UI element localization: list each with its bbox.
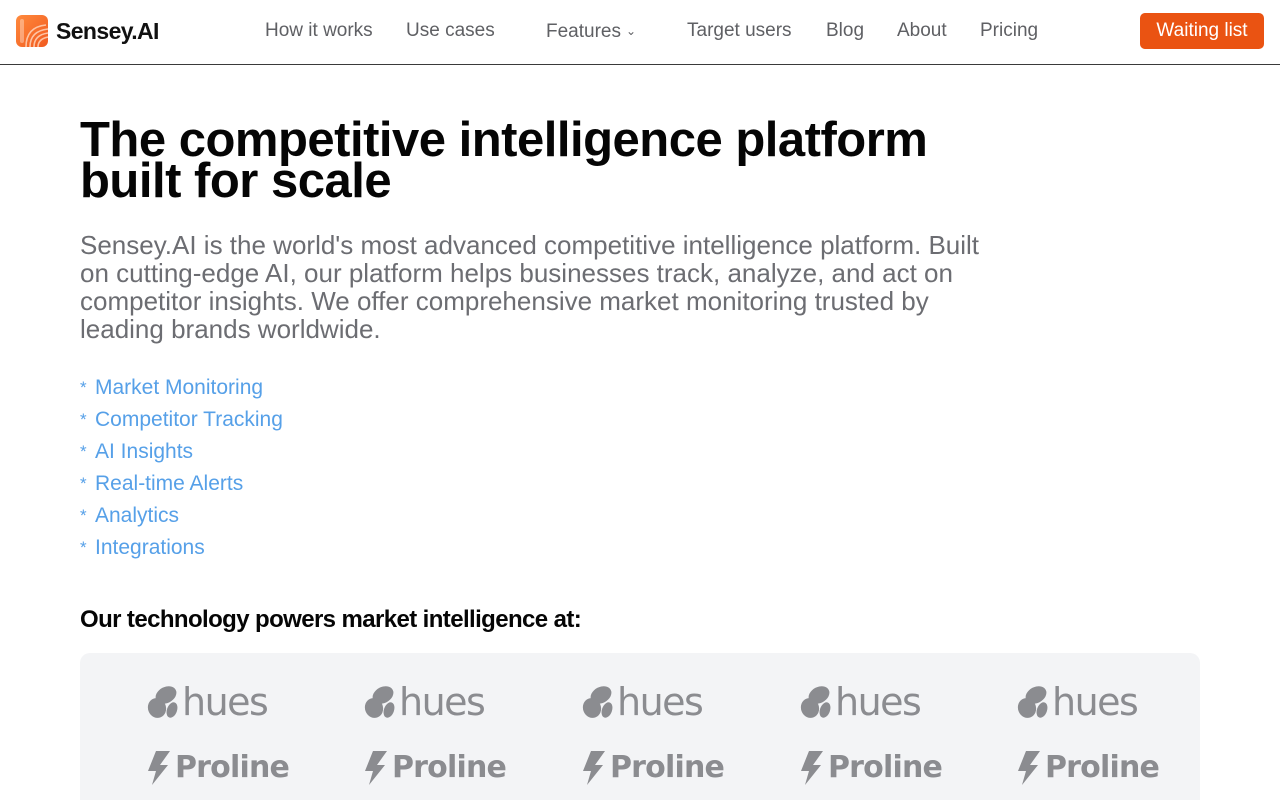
bullet-marker: * <box>80 442 87 461</box>
nav-blog[interactable]: Blog <box>826 20 864 42</box>
partner-logo-panel: hues hues hues hues hues Proline Proline… <box>80 653 1200 800</box>
feature-label: Real-time Alerts <box>95 472 244 495</box>
hero-description: Sensey.AI is the world's most advanced c… <box>80 230 980 344</box>
partner-logo-hues: hues <box>1016 680 1139 724</box>
feature-label: Integrations <box>95 536 205 559</box>
partner-logo-hues: hues <box>799 680 922 724</box>
proline-wordmark: Proline <box>828 750 943 785</box>
hues-wordmark: hues <box>1052 680 1139 724</box>
proline-bolt-icon <box>1018 751 1040 785</box>
feature-list-item[interactable]: * Market Monitoring <box>80 374 283 406</box>
partner-logo-hues: hues <box>363 680 486 724</box>
site-header: Sensey.AI How it works Use cases Feature… <box>0 0 1280 65</box>
hues-wordmark: hues <box>835 680 922 724</box>
nav-features-dropdown[interactable]: Features ⌄ <box>546 20 636 43</box>
hues-petal-icon <box>364 686 395 718</box>
hues-wordmark: hues <box>182 680 269 724</box>
partners-heading: Our technology powers market intelligenc… <box>80 606 582 633</box>
nav-use-cases[interactable]: Use cases <box>406 20 495 42</box>
partner-logo-proline: Proline <box>146 750 290 785</box>
proline-bolt-icon <box>148 751 170 785</box>
brand-name: Sensey.AI <box>56 17 159 44</box>
hues-petal-icon <box>147 686 178 718</box>
feature-list-item[interactable]: * AI Insights <box>80 438 283 470</box>
feature-list-item[interactable]: * Integrations <box>80 534 283 566</box>
partner-logo-proline: Proline <box>1016 750 1160 785</box>
feature-list: * Market Monitoring * Competitor Tracking … <box>80 374 283 566</box>
feature-label: Competitor Tracking <box>95 408 283 431</box>
chevron-down-icon: ⌄ <box>625 24 637 38</box>
partner-logo-proline: Proline <box>581 750 725 785</box>
bullet-marker: * <box>80 410 87 429</box>
hues-petal-icon <box>582 686 613 718</box>
proline-bolt-icon <box>365 751 387 785</box>
feature-label: Market Monitoring <box>95 376 264 399</box>
partner-logo-hues: hues <box>581 680 704 724</box>
partner-logo-proline: Proline <box>363 750 507 785</box>
bullet-marker: * <box>80 506 87 525</box>
feature-label: AI Insights <box>95 440 194 463</box>
hues-wordmark: hues <box>617 680 704 724</box>
proline-bolt-icon <box>801 751 823 785</box>
feature-label: Analytics <box>95 504 180 527</box>
bullet-marker: * <box>80 378 87 397</box>
nav-target-users[interactable]: Target users <box>687 20 792 42</box>
waiting-list-button[interactable]: Waiting list <box>1140 13 1264 49</box>
brand-logo-link[interactable]: Sensey.AI <box>16 15 159 47</box>
nav-about[interactable]: About <box>897 20 947 42</box>
partner-logo-proline: Proline <box>799 750 943 785</box>
proline-bolt-icon <box>583 751 605 785</box>
partner-logo-hues: hues <box>146 680 269 724</box>
hues-petal-icon <box>1017 686 1048 718</box>
feature-list-item[interactable]: * Competitor Tracking <box>80 406 283 438</box>
feature-list-item[interactable]: * Real-time Alerts <box>80 470 283 502</box>
hues-petal-icon <box>800 686 831 718</box>
bullet-marker: * <box>80 538 87 557</box>
proline-wordmark: Proline <box>392 750 507 785</box>
proline-wordmark: Proline <box>175 750 290 785</box>
feature-list-item[interactable]: * Analytics <box>80 502 283 534</box>
proline-wordmark: Proline <box>1045 750 1160 785</box>
nav-how-it-works[interactable]: How it works <box>265 20 373 42</box>
proline-wordmark: Proline <box>610 750 725 785</box>
hero-title: The competitive intelligence platform bu… <box>80 113 928 208</box>
sensey-logo-icon <box>16 15 48 47</box>
hues-wordmark: hues <box>399 680 486 724</box>
bullet-marker: * <box>80 474 87 493</box>
nav-features-label: Features <box>546 21 621 42</box>
nav-pricing[interactable]: Pricing <box>980 20 1038 42</box>
